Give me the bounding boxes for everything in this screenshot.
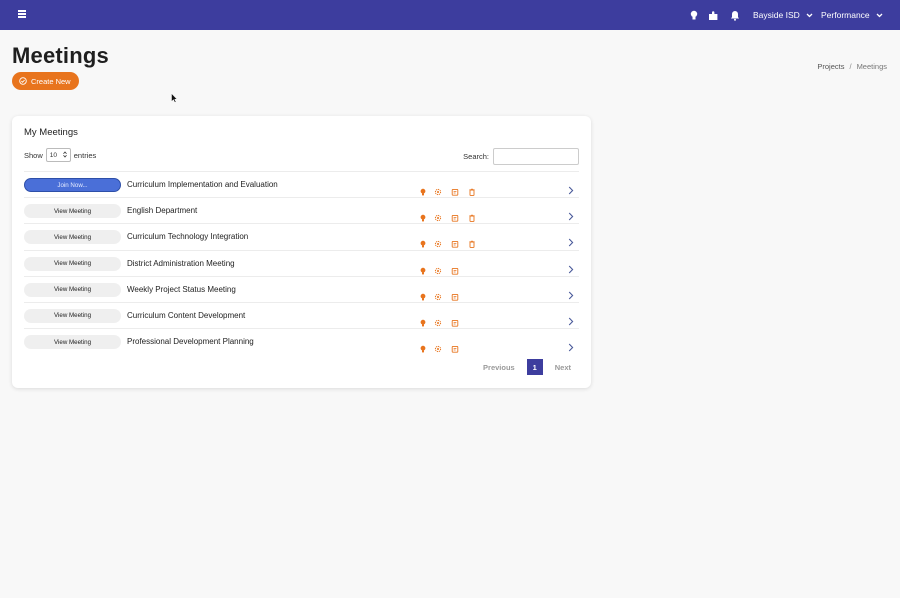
clipboard-icon[interactable] — [451, 286, 459, 301]
show-label: Show — [24, 150, 43, 160]
hamburger-menu-icon[interactable] — [18, 10, 26, 18]
trash-icon[interactable] — [468, 233, 476, 249]
search-control: Search: — [463, 148, 579, 165]
entries-label: entries — [73, 150, 97, 160]
meeting-name[interactable]: English Department — [127, 206, 197, 215]
previous-page-button[interactable]: Previous — [483, 363, 515, 372]
clipboard-icon[interactable] — [451, 233, 459, 249]
lightbulb-icon[interactable] — [419, 181, 427, 196]
chevron-down-icon — [876, 10, 883, 20]
trash-icon[interactable] — [468, 181, 476, 196]
gear-icon[interactable] — [434, 207, 442, 222]
create-new-label: Create New — [31, 76, 71, 86]
table-row[interactable]: View Meeting Professional Development Pla… — [24, 328, 579, 354]
chevron-down-icon — [806, 10, 813, 20]
chevron-right-icon[interactable] — [568, 206, 576, 221]
gear-icon[interactable] — [434, 312, 442, 327]
lightbulb-icon[interactable] — [688, 9, 700, 21]
page-1-button[interactable]: 1 — [526, 359, 543, 375]
pagination: Previous 1 Next — [483, 359, 571, 375]
breadcrumb-current: Meetings — [856, 62, 887, 71]
meeting-name[interactable]: Curriculum Technology Integration — [127, 232, 248, 241]
table-row[interactable]: View Meeting Curriculum Content Developme… — [24, 301, 579, 328]
gear-icon[interactable] — [434, 286, 442, 300]
top-navbar: Bayside ISD Performance — [0, 0, 900, 30]
breadcrumb-separator: / — [849, 62, 852, 71]
gear-icon[interactable] — [434, 338, 442, 353]
meeting-name[interactable]: Curriculum Implementation and Evaluation — [127, 180, 278, 189]
search-label: Search: — [463, 152, 489, 161]
card-title: My Meetings — [24, 127, 78, 138]
meeting-name[interactable]: Weekly Project Status Meeting — [127, 285, 236, 294]
gear-icon[interactable] — [434, 233, 442, 248]
meeting-name[interactable]: Curriculum Content Development — [127, 311, 245, 320]
view-meeting-button[interactable]: View Meeting — [24, 308, 121, 323]
table-row[interactable]: View Meeting English Department — [24, 197, 579, 223]
bell-icon[interactable] — [729, 9, 741, 21]
view-meeting-button[interactable]: View Meeting — [24, 335, 121, 350]
search-input[interactable] — [493, 148, 579, 165]
gear-icon[interactable] — [434, 260, 442, 274]
join-now-button[interactable]: Join Now... — [24, 178, 121, 192]
create-new-button[interactable]: Create New — [12, 72, 79, 90]
org-selector[interactable]: Bayside ISD — [753, 0, 813, 30]
lightbulb-icon[interactable] — [419, 207, 427, 222]
chevron-right-icon[interactable] — [568, 285, 576, 300]
clipboard-icon[interactable] — [451, 207, 459, 222]
chevron-right-icon[interactable] — [568, 311, 576, 326]
page-title: Meetings — [12, 43, 109, 68]
entries-length-control: Show 10 entries — [24, 148, 96, 162]
performance-menu[interactable]: Performance — [821, 0, 883, 30]
my-meetings-card: My Meetings Show 10 entries Search: Join… — [12, 116, 591, 388]
clipboard-icon[interactable] — [451, 338, 459, 353]
puzzle-icon[interactable] — [707, 9, 719, 21]
table-row[interactable]: Join Now... Curriculum Implementation and… — [24, 171, 579, 197]
chevron-right-icon[interactable] — [568, 337, 576, 352]
view-meeting-button[interactable]: View Meeting — [24, 256, 121, 271]
chevron-right-icon[interactable] — [568, 232, 576, 247]
lightbulb-icon[interactable] — [419, 286, 427, 301]
clipboard-icon[interactable] — [451, 181, 459, 196]
trash-icon[interactable] — [468, 207, 476, 223]
chevron-right-icon[interactable] — [568, 259, 576, 273]
entries-select[interactable]: 10 — [45, 148, 71, 162]
view-meeting-button[interactable]: View Meeting — [24, 230, 121, 245]
table-row[interactable]: View Meeting Curriculum Technology Integr… — [24, 223, 579, 249]
gear-icon[interactable] — [434, 181, 442, 196]
org-selector-label: Bayside ISD — [753, 10, 800, 20]
view-meeting-button[interactable]: View Meeting — [24, 204, 121, 219]
clipboard-icon[interactable] — [451, 312, 459, 327]
select-arrows-icon — [62, 150, 67, 160]
breadcrumb-projects-link[interactable]: Projects — [817, 62, 844, 71]
table-row[interactable]: View Meeting District Administration Meet… — [24, 249, 579, 276]
lightbulb-icon[interactable] — [419, 312, 427, 327]
lightbulb-icon[interactable] — [419, 260, 427, 274]
next-page-button[interactable]: Next — [555, 363, 571, 372]
clipboard-icon[interactable] — [451, 260, 459, 275]
entries-select-value: 10 — [49, 151, 57, 159]
check-circle-icon — [19, 77, 27, 85]
view-meeting-button[interactable]: View Meeting — [24, 282, 121, 297]
meeting-name[interactable]: Professional Development Planning — [127, 337, 254, 346]
mouse-cursor-icon — [171, 88, 178, 107]
chevron-right-icon[interactable] — [568, 180, 576, 195]
lightbulb-icon[interactable] — [419, 233, 427, 248]
table-row[interactable]: View Meeting Weekly Project Status Meetin… — [24, 275, 579, 302]
performance-menu-label: Performance — [821, 10, 870, 20]
meeting-name[interactable]: District Administration Meeting — [127, 259, 235, 268]
lightbulb-icon[interactable] — [419, 338, 427, 353]
meetings-list: Join Now... Curriculum Implementation and… — [24, 171, 579, 354]
breadcrumb: Projects / Meetings — [817, 62, 887, 71]
